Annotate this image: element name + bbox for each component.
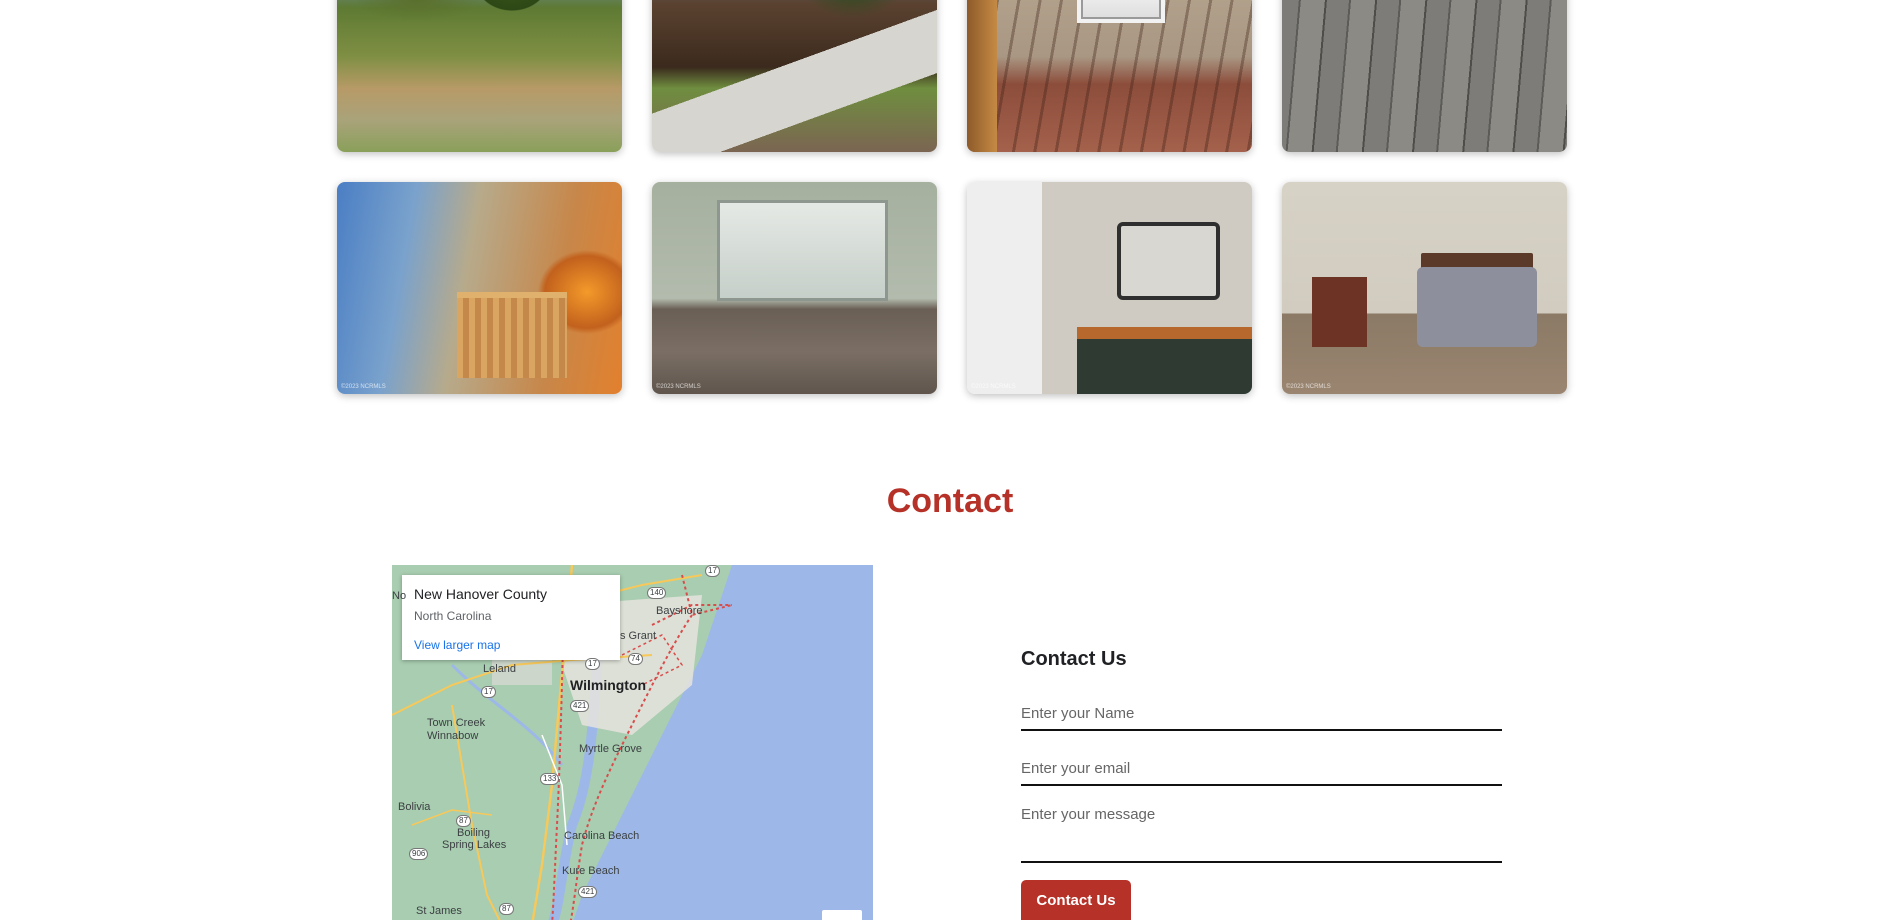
photo-gallery: ©2023 NCRMLS ©2023 NCRMLS ©2023 NCRMLS ©…: [337, 0, 1569, 394]
map-label-bayshore: Bayshore: [656, 605, 703, 617]
contact-section-title: Contact: [886, 482, 1014, 520]
gallery-photo-bathroom[interactable]: ©2023 NCRMLS: [967, 182, 1252, 394]
view-larger-map-link[interactable]: View larger map: [414, 638, 608, 652]
photo-watermark: ©2023 NCRMLS: [1286, 384, 1331, 390]
map-label-wilmington: Wilmington: [570, 677, 647, 693]
route-shield: 140: [647, 587, 667, 599]
page: ©2023 NCRMLS ©2023 NCRMLS ©2023 NCRMLS ©…: [0, 0, 1900, 920]
gallery-photo-deck-boards[interactable]: [1282, 0, 1567, 152]
route-shield: 906: [409, 848, 429, 860]
map-label-leland: Leland: [483, 663, 517, 675]
map-label-winnabow: Winnabow: [427, 730, 479, 742]
map-place-name: New Hanover County: [414, 586, 548, 602]
map-label-boiling: Boiling: [457, 827, 491, 839]
map-label-spring-lakes: Spring Lakes: [442, 839, 507, 851]
map-label-kure-beach: Kure Beach: [562, 865, 620, 877]
map-label-carolina-beach: Carolina Beach: [564, 830, 640, 842]
map-label-town-creek: Town Creek: [427, 717, 486, 729]
name-field[interactable]: [1021, 697, 1502, 731]
route-shield: 87: [499, 903, 514, 915]
message-field[interactable]: [1021, 806, 1502, 863]
embedded-map[interactable]: New Hanover County North Carolina View l…: [392, 565, 873, 920]
map-label-bolivia: Bolivia: [398, 801, 431, 813]
photo-watermark: ©2023 NCRMLS: [656, 384, 701, 390]
route-shield: 17: [585, 658, 600, 670]
route-shield: 17: [705, 565, 720, 577]
email-field[interactable]: [1021, 752, 1502, 786]
route-shield: 87: [456, 815, 471, 827]
route-shield: 421: [570, 700, 590, 712]
route-shield: 133: [540, 773, 560, 785]
photo-watermark: ©2023 NCRMLS: [971, 384, 1016, 390]
map-place-state: North Carolina: [414, 609, 492, 623]
map-label-no: No: [392, 590, 407, 602]
map-label-grant: s Grant: [620, 630, 657, 642]
gallery-photo-deck[interactable]: [967, 0, 1252, 152]
map-label-myrtle-grove: Myrtle Grove: [579, 743, 642, 755]
route-shield: 421: [578, 886, 598, 898]
gallery-photo-kids-bedroom[interactable]: ©2023 NCRMLS: [337, 182, 622, 394]
photo-watermark: ©2023 NCRMLS: [341, 384, 386, 390]
gallery-photo-front-yard[interactable]: [337, 0, 622, 152]
contact-form-title: Contact Us: [1021, 648, 1127, 670]
map-zoom-control[interactable]: [822, 910, 862, 920]
contact-us-button[interactable]: Contact Us: [1021, 880, 1131, 920]
gallery-photo-empty-room[interactable]: ©2023 NCRMLS: [652, 182, 937, 394]
gallery-photo-master-bedroom[interactable]: ©2023 NCRMLS: [1282, 182, 1567, 394]
route-shield: 17: [481, 686, 496, 698]
map-label-st-james: St James: [416, 905, 462, 917]
map-info-card: New Hanover County North Carolina View l…: [402, 575, 620, 660]
gallery-photo-landscaping[interactable]: [652, 0, 937, 152]
route-shield: 74: [628, 653, 643, 665]
